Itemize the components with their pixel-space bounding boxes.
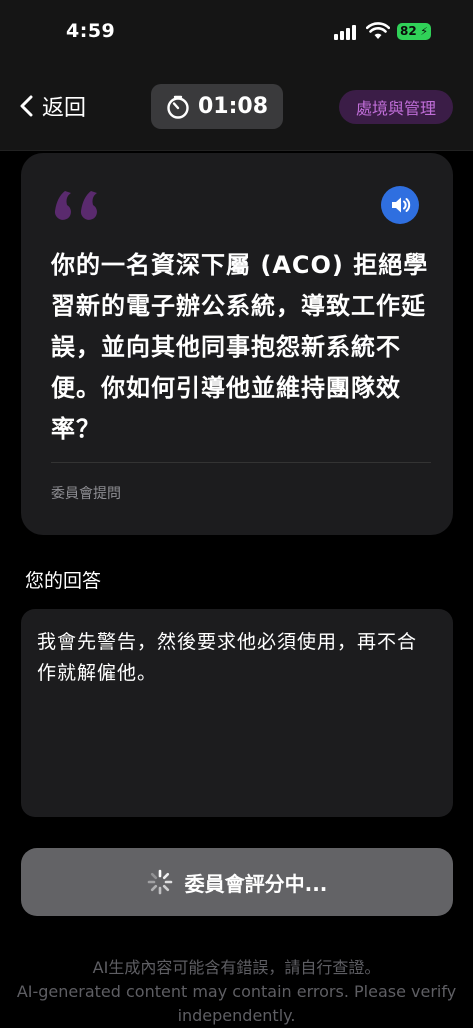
speaker-button[interactable] [381, 186, 419, 224]
battery-level: 82 [400, 24, 417, 38]
back-label: 返回 [42, 96, 87, 121]
cellular-signal-icon [334, 24, 360, 40]
spinner-icon [147, 869, 172, 895]
status-bar: 4:59 82 ⚡ [0, 0, 473, 64]
question-text: 你的一名資深下屬 (ACO) 拒絕學習新的電子辦公系統，導致工作延誤，並向其他同… [51, 251, 429, 443]
divider [51, 462, 431, 463]
disclaimer-zh: AI生成內容可能含有錯誤，請自行查證。 [92, 958, 381, 977]
disclaimer: AI生成內容可能含有錯誤，請自行查證。 AI-generated content… [0, 956, 473, 1028]
chevron-left-icon [20, 95, 33, 117]
speaker-icon [392, 197, 411, 213]
timer-value: 01:08 [197, 94, 269, 119]
quote-icon [54, 191, 97, 220]
charging-bolt-icon: ⚡ [420, 25, 428, 38]
timer-display: 01:08 [151, 84, 283, 129]
nav-bar: 返回 01:08 處境與管理 [0, 64, 473, 151]
question-source: 委員會提問 [51, 486, 121, 502]
disclaimer-en: AI-generated content may contain errors.… [16, 982, 457, 1025]
question-card: 你的一名資深下屬 (ACO) 拒絕學習新的電子辦公系統，導致工作延誤，並向其他同… [21, 153, 453, 535]
back-button[interactable]: 返回 [18, 90, 86, 122]
status-time: 4:59 [66, 20, 116, 42]
battery-icon: 82 ⚡ [397, 23, 431, 40]
answer-input[interactable]: 我會先警告，然後要求他必須使用，再不合作就解僱他。 [21, 609, 453, 817]
timer-icon [167, 95, 189, 119]
submit-button[interactable]: 委員會評分中... [21, 848, 453, 916]
manage-button[interactable]: 處境與管理 [339, 90, 453, 124]
answer-label: 您的回答 [25, 570, 102, 592]
answer-text: 我會先警告，然後要求他必須使用，再不合作就解僱他。 [37, 631, 418, 684]
wifi-icon [366, 22, 390, 39]
submit-label: 委員會評分中... [184, 871, 328, 896]
